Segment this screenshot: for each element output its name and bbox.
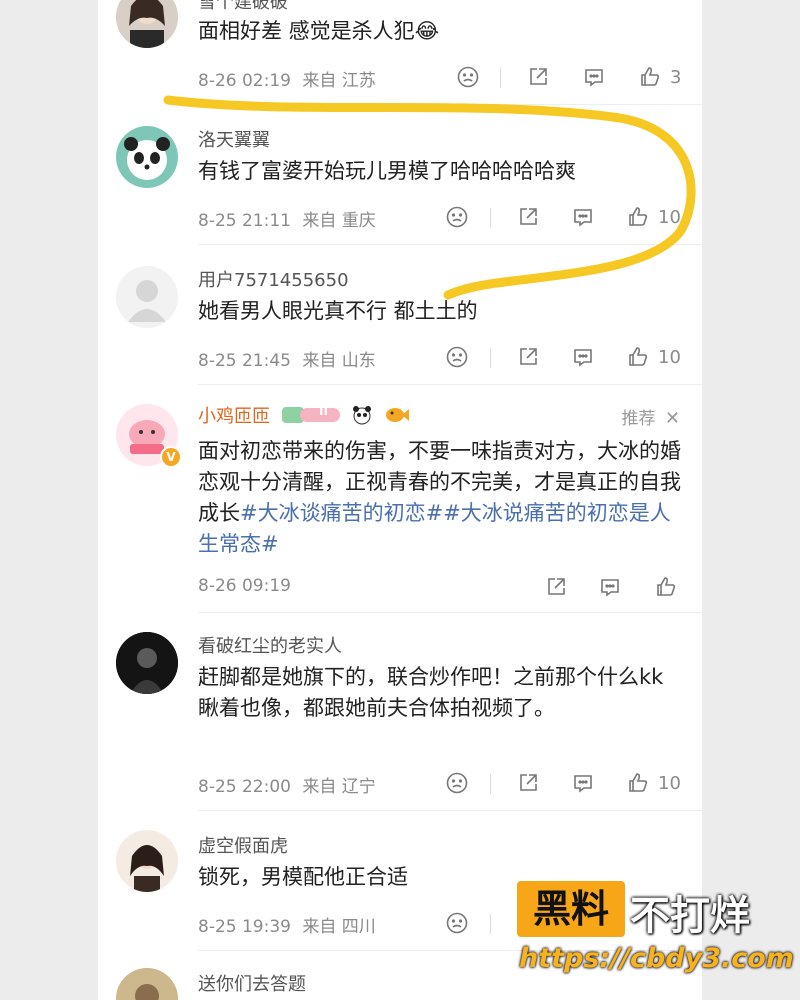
share-icon[interactable]	[544, 574, 568, 600]
username[interactable]: 虚空假面虎	[198, 832, 288, 858]
comment-text: 面相好差 感觉是杀人犯😂	[198, 19, 440, 43]
comment-location: 来自 山东	[302, 351, 376, 371]
fish-icon	[385, 404, 410, 431]
dislike-icon[interactable]	[445, 770, 469, 796]
like-button[interactable]: 10	[626, 204, 681, 230]
comment-meta: 8-25 21:11 来自 重庆	[198, 206, 382, 231]
recommend-text: 推荐	[621, 409, 656, 429]
dislike-icon[interactable]	[456, 64, 480, 90]
comment-time: 8-25 21:11	[198, 211, 291, 231]
avatar[interactable]	[116, 266, 178, 328]
username[interactable]: 送你们去答题	[198, 970, 306, 996]
divider	[198, 810, 702, 811]
comment-icon[interactable]	[598, 574, 622, 600]
comment-meta: 8-26 09:19	[198, 576, 297, 596]
comment-time: 8-25 21:45	[198, 351, 291, 371]
comment-icon[interactable]	[571, 204, 595, 230]
comment-icon[interactable]	[582, 64, 606, 90]
divider	[198, 612, 702, 613]
watermark-url: https://cbdy3.com	[519, 943, 794, 974]
comment-text: 她看男人眼光真不行 都土土的	[198, 299, 478, 323]
comment-text: 面对初恋带来的伤害，不要一味指责对方，大冰的婚恋观十分清醒，正视青春的不完美，才…	[198, 436, 686, 560]
thumbs-up-icon	[629, 347, 648, 366]
like-button[interactable]: 3	[638, 64, 681, 90]
watermark-logo: 黑料	[517, 881, 625, 937]
share-icon[interactable]	[516, 770, 540, 796]
comment-time: 8-25 19:39	[198, 917, 291, 937]
divider	[198, 244, 702, 245]
username[interactable]: 小鸡匝匝 II	[198, 402, 410, 431]
like-count: 3	[670, 66, 682, 88]
divider	[198, 104, 702, 105]
like-button[interactable]: 10	[626, 344, 681, 370]
comment-list: 雪个建破破 面相好差 感觉是杀人犯😂 8-26 02:19 来自 江苏 3 洛天…	[98, 0, 702, 1000]
comment-icon[interactable]	[571, 344, 595, 370]
comment-meta: 8-25 19:39 来自 四川	[198, 912, 382, 937]
username[interactable]: 看破红尘的老实人	[198, 632, 342, 658]
username[interactable]: 用户7571455650	[198, 266, 349, 292]
comment-meta: 8-26 02:19 来自 江苏	[198, 66, 382, 91]
username[interactable]: 洛天翼翼	[198, 126, 270, 152]
fan-badge-level: II	[319, 404, 328, 418]
divider	[198, 384, 702, 385]
username[interactable]: 雪个建破破	[198, 0, 288, 14]
comment-time: 8-26 09:19	[198, 576, 291, 596]
recommend-label: 推荐 ✕	[622, 404, 681, 429]
share-icon[interactable]	[526, 64, 550, 90]
like-count: 10	[658, 206, 681, 228]
dislike-icon[interactable]	[445, 204, 469, 230]
thumbs-up-icon	[657, 577, 676, 596]
like-count: 10	[658, 772, 681, 794]
share-icon[interactable]	[516, 204, 540, 230]
comment-meta: 8-25 21:45 来自 山东	[198, 346, 382, 371]
comment-text: 赶脚都是她旗下的，联合炒作吧！之前那个什么kk瞅着也像，都跟她前夫合体拍视频了。	[198, 665, 664, 720]
avatar[interactable]	[116, 0, 178, 48]
comment-location: 来自 辽宁	[302, 777, 376, 797]
share-icon[interactable]	[516, 344, 540, 370]
fan-badge-icon	[281, 404, 340, 431]
thumbs-up-icon	[629, 773, 648, 792]
comment-meta: 8-25 22:00 来自 辽宁	[198, 772, 382, 797]
avatar[interactable]	[116, 632, 178, 694]
avatar[interactable]	[116, 126, 178, 188]
comment-time: 8-25 22:00	[198, 777, 291, 797]
verified-icon: V	[160, 446, 182, 468]
avatar[interactable]	[116, 968, 178, 1000]
avatar[interactable]	[116, 830, 178, 892]
like-button[interactable]	[654, 574, 678, 600]
comment-location: 来自 江苏	[302, 71, 376, 91]
like-button[interactable]: 10	[626, 770, 681, 796]
hashtag-link[interactable]: #大冰谈痛苦的初恋#	[240, 501, 443, 525]
comment-icon[interactable]	[571, 770, 595, 796]
like-count: 10	[658, 346, 681, 368]
panda-icon	[351, 404, 373, 431]
dislike-icon[interactable]	[445, 344, 469, 370]
comment-text: 有钱了富婆开始玩儿男模了哈哈哈哈哈爽	[198, 159, 576, 183]
watermark-title: 不打烊	[630, 893, 750, 939]
watermark: 黑料 不打烊 https://cbdy3.com	[517, 881, 794, 989]
comment-location: 来自 重庆	[302, 211, 376, 231]
close-icon[interactable]: ✕	[665, 408, 680, 429]
comment-time: 8-26 02:19	[198, 71, 291, 91]
username-text: 小鸡匝匝	[198, 406, 270, 427]
thumbs-up-icon	[641, 67, 660, 86]
dislike-icon[interactable]	[445, 910, 469, 936]
comment-location: 来自 四川	[302, 917, 376, 937]
thumbs-up-icon	[629, 207, 648, 226]
